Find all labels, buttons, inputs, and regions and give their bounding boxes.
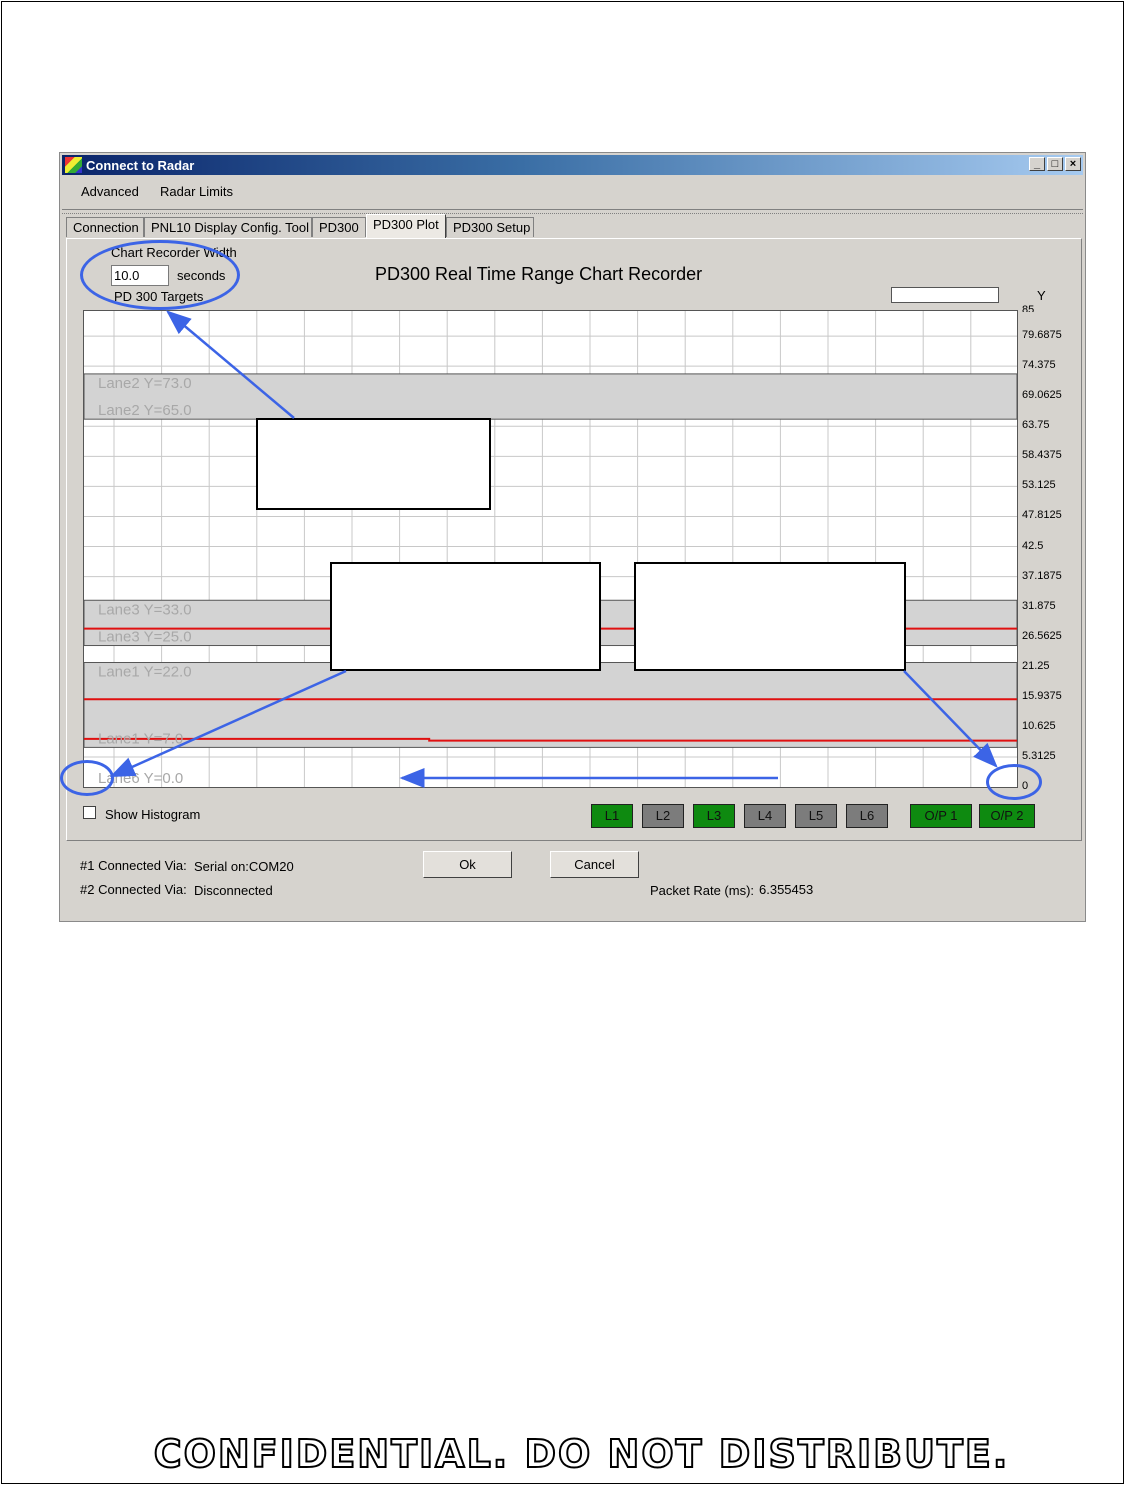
y-tick-label: 15.9375	[1022, 689, 1062, 702]
y-tick-label: 79.6875	[1022, 329, 1062, 342]
tab-pd300[interactable]: PD300	[312, 217, 366, 237]
packet-rate-label: Packet Rate (ms):	[650, 883, 755, 898]
redaction-box	[330, 562, 601, 671]
y-tick-label: 5.3125	[1022, 749, 1056, 762]
lane-band	[84, 373, 1017, 420]
close-icon[interactable]: ×	[1065, 157, 1081, 171]
y-tick-label: 53.125	[1022, 479, 1056, 492]
tab-connection[interactable]: Connection	[66, 217, 144, 237]
y-tick-label: 10.625	[1022, 719, 1056, 732]
plot-panel: Chart Recorder Width seconds PD 300 Targ…	[66, 238, 1082, 841]
lane-button-l4[interactable]: L4	[744, 804, 786, 828]
range-chart: Lane2 Y=73.0 Lane2 Y=65.0 Lane3 Y=33.0 Lane…	[84, 311, 1017, 787]
lane-button-l3[interactable]: L3	[693, 804, 735, 828]
tab-pd300-plot[interactable]: PD300 Plot	[366, 214, 446, 238]
connection2-label: #2 Connected Via:	[80, 882, 187, 897]
maximize-icon[interactable]: □	[1047, 157, 1063, 171]
title-bar[interactable]: Connect to Radar _ □ ×	[62, 155, 1083, 175]
redaction-box	[634, 562, 906, 671]
y-tick-label: 58.4375	[1022, 449, 1062, 462]
lane-label: Lane1 Y=7.0	[98, 730, 183, 747]
menu-advanced[interactable]: Advanced	[81, 184, 139, 199]
annotation-oval-lower-right	[986, 764, 1042, 800]
chart-plot-area[interactable]: Lane2 Y=73.0 Lane2 Y=65.0 Lane3 Y=33.0 Lane…	[83, 310, 1018, 788]
lane-label: Lane2 Y=65.0	[98, 402, 192, 419]
cancel-button[interactable]: Cancel	[550, 851, 639, 878]
chart-title: PD300 Real Time Range Chart Recorder	[375, 264, 703, 284]
tab-pd300-setup[interactable]: PD300 Setup	[446, 217, 534, 237]
lane-band	[84, 662, 1017, 748]
lane-label: Lane3 Y=33.0	[98, 601, 192, 618]
menu-bar: Advanced Radar Limits	[62, 177, 242, 205]
y-tick-label: 42.5	[1022, 539, 1044, 552]
annotation-oval-lower-left	[60, 760, 114, 796]
lane-button-l2[interactable]: L2	[642, 804, 684, 828]
y-tick-label: 47.8125	[1022, 509, 1062, 522]
y-tick-label: 31.875	[1022, 599, 1056, 612]
output-button-op1[interactable]: O/P 1	[910, 804, 972, 828]
show-histogram-checkbox[interactable]	[83, 806, 96, 819]
ok-button[interactable]: Ok	[423, 851, 512, 878]
menu-radar-limits[interactable]: Radar Limits	[160, 184, 233, 199]
y-tick-label: 85	[1022, 304, 1035, 312]
y-tick-label: 74.375	[1022, 359, 1056, 372]
y-tick-label: 69.0625	[1022, 389, 1062, 402]
redaction-box	[256, 418, 491, 510]
confidential-footer: CONFIDENTIAL. DO NOT DISTRIBUTE.	[153, 1431, 1010, 1477]
lane-button-l6[interactable]: L6	[846, 804, 888, 828]
status-progress-bar	[891, 287, 999, 303]
y-axis-label: Y	[1037, 288, 1046, 303]
window-title: Connect to Radar	[86, 158, 195, 173]
lane-button-l1[interactable]: L1	[591, 804, 633, 828]
output-button-op2[interactable]: O/P 2	[979, 804, 1035, 828]
app-icon	[65, 157, 82, 173]
show-histogram-label: Show Histogram	[105, 807, 201, 822]
y-tick-label: 26.5625	[1022, 629, 1062, 642]
lane-button-l5[interactable]: L5	[795, 804, 837, 828]
lane-label: Lane2 Y=73.0	[98, 375, 192, 392]
minimize-icon[interactable]: _	[1029, 157, 1045, 171]
connection1-value: Serial on:COM20	[194, 859, 294, 874]
annotation-oval-recorder	[80, 240, 240, 310]
packet-rate-value: 6.355453	[759, 882, 814, 897]
y-tick-label: 37.1875	[1022, 569, 1062, 582]
menu-separator	[62, 209, 1083, 214]
lane-label: Lane1 Y=22.0	[98, 664, 192, 681]
connection2-value: Disconnected	[194, 883, 273, 898]
y-tick-label: 63.75	[1022, 419, 1050, 432]
connection1-label: #1 Connected Via:	[80, 858, 187, 873]
tab-pnl10-display-config[interactable]: PNL10 Display Config. Tool	[144, 217, 312, 237]
y-tick-label: 21.25	[1022, 659, 1050, 672]
lane-label: Lane3 Y=25.0	[98, 629, 192, 646]
